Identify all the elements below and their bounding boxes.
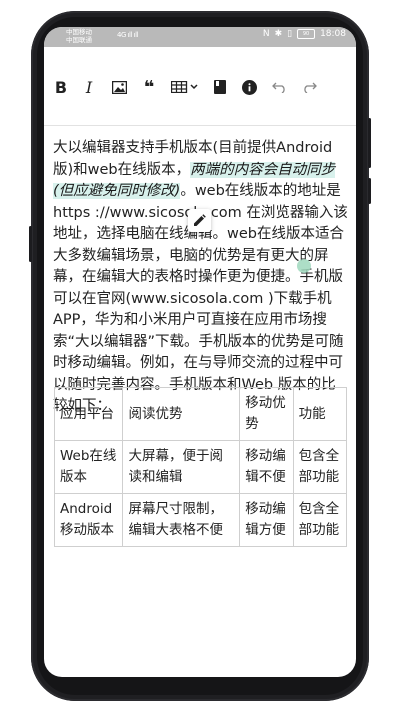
table-row: Web在线版本 大屏幕，便于阅读和编辑 移动编辑不便 包含全部功能	[53, 440, 348, 494]
table-cell[interactable]: 移动优势	[239, 387, 294, 441]
table-cell[interactable]: 功能	[292, 387, 348, 441]
bold-button[interactable]: B	[52, 75, 70, 99]
italic-button[interactable]: I	[81, 75, 97, 99]
image-button[interactable]	[110, 75, 128, 99]
table-cell[interactable]: 阅读优势	[122, 387, 241, 441]
table-cell[interactable]: 屏幕尺寸限制，编辑大表格不便	[122, 493, 241, 547]
edit-button[interactable]	[188, 209, 211, 232]
info-icon	[241, 79, 257, 95]
quote-button[interactable]: ❝	[140, 75, 158, 99]
bluetooth-icon: ✱	[274, 29, 283, 39]
toolbar-divider	[44, 125, 356, 126]
info-button[interactable]	[240, 75, 258, 99]
quote-icon: ❝	[143, 76, 155, 98]
table-cell[interactable]: 移动编辑方便	[239, 493, 294, 547]
table-cell[interactable]: 应用平台	[53, 387, 124, 441]
status-bar: 中国移动 中国联通 4G ıll ıll N ✱ ▯ 90 18:08	[44, 27, 356, 47]
battery-icon: 90	[297, 29, 316, 39]
editor-toolbar: B I ❝	[44, 75, 356, 99]
table-cell[interactable]: 包含全部功能	[292, 493, 348, 547]
table-row: 应用平台 阅读优势 移动优势 功能	[53, 387, 348, 441]
vibrate-icon: ▯	[287, 29, 293, 39]
table-cell[interactable]: Web在线版本	[53, 440, 124, 494]
carrier-2: 中国联通	[66, 36, 92, 44]
bookmark-button[interactable]	[212, 75, 228, 99]
volume-button	[29, 226, 32, 262]
screen: 中国移动 中国联通 4G ıll ıll N ✱ ▯ 90 18:08 B I …	[44, 27, 356, 677]
table-row: Android移动版本 屏幕尺寸限制，编辑大表格不便 移动编辑方便 包含全部功能	[53, 493, 348, 547]
redo-icon	[303, 82, 317, 93]
bold-icon: B	[54, 77, 68, 97]
table-cell[interactable]: 移动编辑不便	[239, 440, 294, 494]
status-right: N ✱ ▯ 90 18:08	[263, 29, 346, 39]
book-icon	[214, 80, 226, 94]
undo-button[interactable]	[270, 75, 288, 99]
table-cell[interactable]: 包含全部功能	[292, 440, 348, 494]
clock: 18:08	[320, 29, 346, 39]
redo-button[interactable]	[300, 75, 318, 99]
side-button	[368, 178, 371, 204]
undo-icon	[271, 82, 285, 93]
signal-icon: 4G ıll ıll	[117, 31, 139, 39]
power-button	[368, 118, 371, 168]
carrier-1: 中国移动	[66, 28, 92, 36]
comparison-table[interactable]: 应用平台 阅读优势 移动优势 功能 Web在线版本 大屏幕，便于阅读和编辑 移动…	[53, 387, 348, 547]
carrier-text: 中国移动 中国联通	[66, 28, 92, 44]
touch-indicator	[297, 259, 311, 273]
table-icon	[171, 81, 198, 93]
image-icon	[111, 80, 127, 94]
table-button[interactable]	[168, 75, 202, 99]
editor-content[interactable]: 大以编辑器支持手机版本(目前提供Android版)和web在线版本，两端的内容会…	[53, 138, 349, 418]
pencil-icon	[194, 214, 206, 226]
table-cell[interactable]: Android移动版本	[53, 493, 124, 547]
nfc-icon: N	[262, 29, 270, 39]
table-cell[interactable]: 大屏幕，便于阅读和编辑	[122, 440, 241, 494]
italic-icon: I	[85, 77, 93, 97]
